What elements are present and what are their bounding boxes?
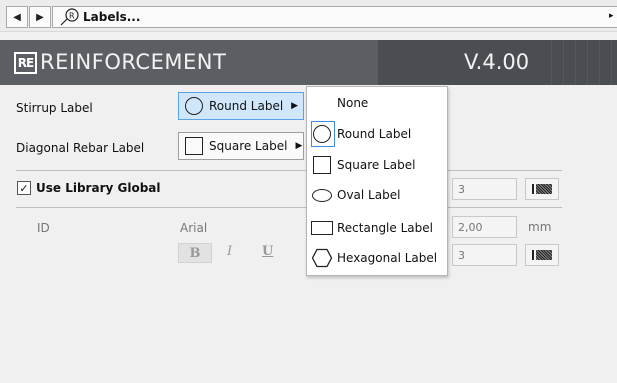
circle-icon (185, 97, 203, 115)
square-icon (313, 156, 331, 174)
pen-number-field[interactable]: 3 (452, 178, 517, 200)
diagonal-label-value: Square Label (209, 139, 288, 153)
header-decoration (545, 40, 617, 85)
menu-item-none[interactable]: None (307, 88, 447, 118)
square-icon (185, 137, 203, 155)
diagonal-label-caption: Diagonal Rebar Label (16, 141, 145, 155)
pen-bar-icon (532, 250, 534, 260)
bold-button[interactable]: B (178, 243, 212, 263)
id-label: ID (37, 221, 50, 235)
panel-title: Labels... (83, 10, 141, 24)
text-size-field[interactable]: 2,00 (452, 216, 517, 238)
font-name-field[interactable]: Arial (180, 221, 207, 235)
use-library-global-checkbox[interactable]: ✓ (17, 181, 31, 195)
pen-swatch-icon (536, 250, 552, 260)
menu-item-label: Rectangle Label (337, 221, 433, 235)
stirrup-label-caption: Stirrup Label (16, 101, 93, 115)
rectangle-icon (311, 221, 333, 235)
use-library-global-label: Use Library Global (36, 181, 161, 195)
hexagon-icon (311, 248, 333, 268)
oval-icon (312, 188, 332, 202)
svg-text:R: R (69, 12, 75, 21)
size-unit-label: mm (528, 220, 552, 234)
menu-item-square-label[interactable]: Square Label (307, 150, 447, 180)
label-marker-icon: R (60, 8, 79, 26)
separator (448, 207, 562, 208)
expand-arrow-icon[interactable]: ▸ (609, 11, 614, 21)
stirrup-label-value: Round Label (209, 99, 284, 113)
separator (16, 170, 306, 171)
menu-item-label: Hexagonal Label (337, 251, 438, 265)
menu-item-round-label[interactable]: Round Label (307, 119, 447, 149)
menu-item-hexagonal-label[interactable]: Hexagonal Label (307, 243, 447, 273)
separator (448, 170, 562, 171)
menu-item-label: Oval Label (337, 188, 401, 202)
menu-item-rectangle-label[interactable]: Rectangle Label (307, 213, 447, 243)
menu-item-label: None (337, 96, 369, 110)
left-arrow-icon: ◀ (13, 11, 21, 23)
header-title: REINFORCEMENT (40, 50, 227, 74)
version-label: V.4.00 (464, 50, 530, 74)
separator (16, 207, 306, 208)
circle-icon (313, 125, 331, 143)
logo: RE (14, 52, 37, 74)
pen-picker-button[interactable] (525, 178, 559, 200)
diagonal-label-dropdown[interactable]: Square Label ▶ (178, 132, 304, 160)
submenu-arrow-icon: ▶ (291, 101, 299, 111)
checkmark-icon: ✓ (19, 181, 29, 195)
submenu-arrow-icon: ▶ (295, 141, 303, 151)
menu-item-oval-label[interactable]: Oval Label (307, 180, 447, 210)
pen-bar-icon (532, 184, 534, 194)
right-arrow-icon: ▶ (36, 11, 44, 23)
text-pen-field[interactable]: 3 (452, 244, 517, 266)
text-pen-picker-button[interactable] (525, 244, 559, 266)
pen-swatch-icon (536, 184, 552, 194)
menu-item-label: Square Label (337, 158, 416, 172)
next-panel-button[interactable]: ▶ (29, 6, 51, 28)
previous-panel-button[interactable]: ◀ (6, 6, 28, 28)
stirrup-label-dropdown[interactable]: Round Label ▶ (178, 92, 304, 120)
menu-item-label: Round Label (337, 127, 412, 141)
underline-button[interactable]: U (262, 244, 273, 264)
italic-button[interactable]: I (227, 244, 232, 264)
